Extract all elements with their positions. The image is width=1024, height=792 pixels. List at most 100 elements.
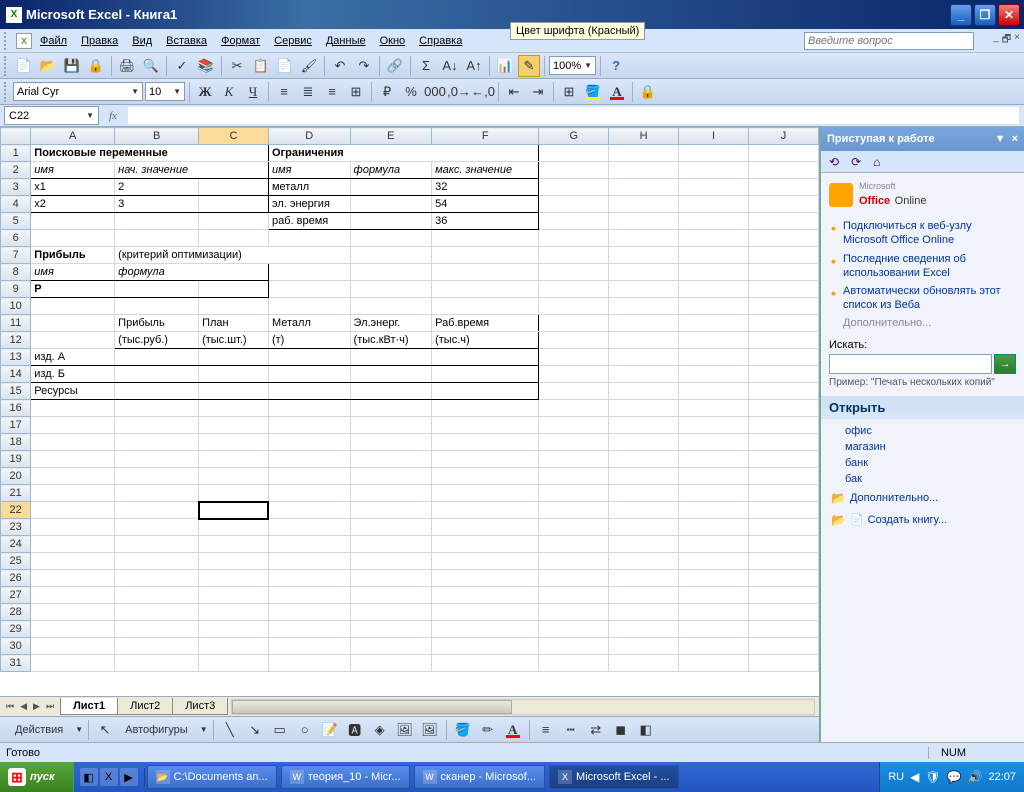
cell-E17[interactable]: [350, 417, 432, 434]
cell-A22[interactable]: [31, 502, 115, 519]
cell-D28[interactable]: [268, 604, 350, 621]
cell-G1[interactable]: [539, 145, 609, 162]
textbox-button[interactable]: 📝: [319, 719, 341, 741]
cell-A15[interactable]: Ресурсы: [31, 383, 115, 400]
back-icon[interactable]: ⟲: [825, 155, 843, 169]
cell-G13[interactable]: [539, 349, 609, 366]
cell-B30[interactable]: [115, 638, 199, 655]
cell-H10[interactable]: [609, 298, 679, 315]
cell-D23[interactable]: [268, 519, 350, 536]
row-header-3[interactable]: 3: [1, 179, 31, 196]
increase-indent-button[interactable]: ⇥: [527, 81, 549, 103]
cell-F5[interactable]: 36: [432, 213, 539, 230]
arrow-button[interactable]: ↘: [244, 719, 266, 741]
cell-C30[interactable]: [199, 638, 269, 655]
cell-G22[interactable]: [539, 502, 609, 519]
cell-H2[interactable]: [609, 162, 679, 179]
cell-B17[interactable]: [115, 417, 199, 434]
cell-H16[interactable]: [609, 400, 679, 417]
row-header-26[interactable]: 26: [1, 570, 31, 587]
cell-E31[interactable]: [350, 655, 432, 672]
cell-J17[interactable]: [749, 417, 819, 434]
row-header-21[interactable]: 21: [1, 485, 31, 502]
decrease-decimal-button[interactable]: ←,0: [472, 81, 494, 103]
italic-button[interactable]: К: [218, 81, 240, 103]
cell-B26[interactable]: [115, 570, 199, 587]
cell-I22[interactable]: [679, 502, 749, 519]
cell-F10[interactable]: [432, 298, 539, 315]
cell-F17[interactable]: [432, 417, 539, 434]
toolbar-grip[interactable]: [4, 82, 9, 102]
cell-E22[interactable]: [350, 502, 432, 519]
cell-A3[interactable]: x1: [31, 179, 115, 196]
cell-C19[interactable]: [199, 451, 269, 468]
cell-C31[interactable]: [199, 655, 269, 672]
cell-G30[interactable]: [539, 638, 609, 655]
cell-D31[interactable]: [268, 655, 350, 672]
cell-B13[interactable]: [115, 349, 199, 366]
cell-F20[interactable]: [432, 468, 539, 485]
row-header-15[interactable]: 15: [1, 383, 31, 400]
taskbar-button[interactable]: Wтеория_10 - Micr...: [281, 765, 410, 789]
cell-E29[interactable]: [350, 621, 432, 638]
cell-I13[interactable]: [679, 349, 749, 366]
cell-B8[interactable]: формула: [115, 264, 269, 281]
cell-A19[interactable]: [31, 451, 115, 468]
cell-I31[interactable]: [679, 655, 749, 672]
cell-H23[interactable]: [609, 519, 679, 536]
cell-E14[interactable]: [350, 366, 432, 383]
cell-B14[interactable]: [115, 366, 199, 383]
cell-A31[interactable]: [31, 655, 115, 672]
cell-B18[interactable]: [115, 434, 199, 451]
sort-asc-button[interactable]: A↓: [439, 55, 461, 77]
cell-G9[interactable]: [539, 281, 609, 298]
menu-сервис[interactable]: Сервис: [274, 35, 312, 47]
task-pane-link[interactable]: Подключиться к веб-узлу Microsoft Office…: [843, 219, 1016, 248]
cell-A17[interactable]: [31, 417, 115, 434]
cell-B19[interactable]: [115, 451, 199, 468]
decrease-indent-button[interactable]: ⇤: [503, 81, 525, 103]
horizontal-scrollbar[interactable]: [231, 699, 815, 715]
save-button[interactable]: 💾: [61, 55, 83, 77]
cell-G21[interactable]: [539, 485, 609, 502]
close-button[interactable]: ✕: [998, 4, 1020, 26]
sheet-tab-Лист1[interactable]: Лист1: [60, 698, 118, 715]
cell-E13[interactable]: [350, 349, 432, 366]
cell-D15[interactable]: [268, 383, 350, 400]
cell-B24[interactable]: [115, 536, 199, 553]
hyperlink-button[interactable]: 🔗: [384, 55, 406, 77]
cell-A29[interactable]: [31, 621, 115, 638]
cell-B31[interactable]: [115, 655, 199, 672]
cell-C20[interactable]: [199, 468, 269, 485]
maximize-button[interactable]: ❐: [974, 4, 996, 26]
home-icon[interactable]: ⌂: [869, 155, 884, 169]
cell-J23[interactable]: [749, 519, 819, 536]
cell-H20[interactable]: [609, 468, 679, 485]
cell-A13[interactable]: изд. А: [31, 349, 115, 366]
cell-I2[interactable]: [679, 162, 749, 179]
cell-J4[interactable]: [749, 196, 819, 213]
cell-J18[interactable]: [749, 434, 819, 451]
cell-D6[interactable]: [268, 230, 350, 247]
cell-J5[interactable]: [749, 213, 819, 230]
menu-вставка[interactable]: Вставка: [166, 35, 207, 47]
cell-J2[interactable]: [749, 162, 819, 179]
borders-button[interactable]: ⊞: [558, 81, 580, 103]
cut-button[interactable]: ✂: [226, 55, 248, 77]
cell-C22[interactable]: [199, 502, 269, 519]
cell-H28[interactable]: [609, 604, 679, 621]
3d-button[interactable]: ◧: [635, 719, 657, 741]
cell-D12[interactable]: (т): [268, 332, 350, 349]
cell-C24[interactable]: [199, 536, 269, 553]
cell-D11[interactable]: Металл: [268, 315, 350, 332]
cell-C21[interactable]: [199, 485, 269, 502]
tray-icon[interactable]: ◀: [910, 770, 919, 784]
cell-D30[interactable]: [268, 638, 350, 655]
cell-E27[interactable]: [350, 587, 432, 604]
row-header-11[interactable]: 11: [1, 315, 31, 332]
comma-button[interactable]: 000: [424, 81, 446, 103]
cell-E18[interactable]: [350, 434, 432, 451]
row-header-13[interactable]: 13: [1, 349, 31, 366]
increase-decimal-button[interactable]: ,0→: [448, 81, 470, 103]
document-icon[interactable]: X: [16, 33, 32, 49]
